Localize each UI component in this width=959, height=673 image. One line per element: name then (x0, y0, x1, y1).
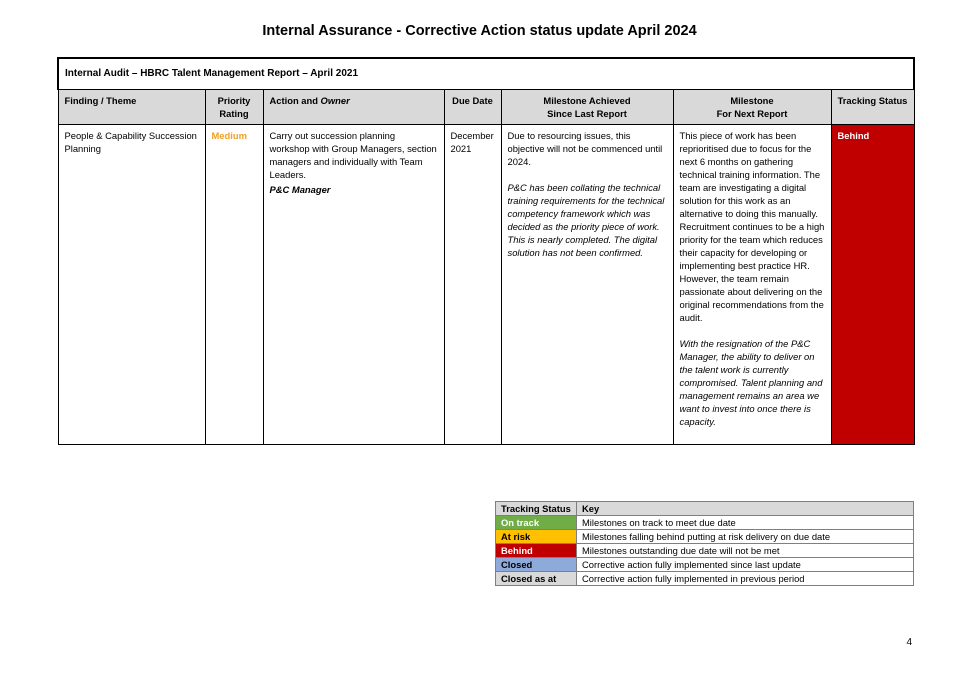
col-header-milestone-next-line2: For Next Report (716, 107, 788, 119)
col-header-action-prefix: Action and (269, 94, 321, 106)
col-header-action-owner: Owner (320, 94, 350, 106)
document-title: Internal Assurance - Corrective Action s… (262, 23, 697, 39)
col-header-milestone-achieved-line1: Milestone Achieved (543, 94, 631, 106)
key-row: Closed Corrective action fully implemente… (495, 557, 914, 572)
key-row: Behind Milestones outstanding due date wi… (495, 543, 914, 558)
key-description: Corrective action fully implemented sinc… (576, 557, 914, 572)
cell-milestone-next: This piece of work has been reprioritise… (672, 123, 832, 445)
key-status-label: At risk (495, 529, 577, 544)
column-header-row: Finding / Theme Priority Rating Action a… (57, 88, 915, 125)
key-description: Milestones falling behind putting at ris… (576, 529, 914, 544)
report-heading: Internal Audit – HBRC Talent Management … (57, 57, 915, 90)
col-header-priority-line1: Priority (217, 94, 251, 106)
cell-priority: Medium (204, 123, 264, 445)
milestone-achieved-text: Due to resourcing issues, this objective… (507, 129, 663, 167)
col-header-action: Action and Owner (262, 88, 445, 125)
priority-rating: Medium (211, 129, 247, 141)
tracking-status-key-table: Tracking Status Key On track Milestones o… (495, 501, 914, 586)
col-header-milestone-next: Milestone For Next Report (672, 88, 832, 125)
page-number: 4 (906, 637, 912, 648)
col-header-milestone-achieved: Milestone Achieved Since Last Report (500, 88, 674, 125)
key-description: Milestones outstanding due date will not… (576, 543, 914, 558)
action-text: Carry out succession planning workshop w… (269, 129, 437, 180)
cell-finding: People & Capability Succession Planning (57, 123, 206, 445)
key-row: Closed as at Corrective action fully impl… (495, 571, 914, 586)
col-header-milestone-next-line1: Milestone (730, 94, 774, 106)
key-status-label: Closed as at (495, 571, 577, 586)
key-status-label: Closed (495, 557, 577, 572)
tracking-status-badge: Behind (837, 129, 870, 141)
cell-due-date: December 2021 (443, 123, 502, 445)
col-header-milestone-achieved-line2: Since Last Report (547, 107, 627, 119)
table-row: People & Capability Succession Planning … (57, 123, 915, 445)
cell-milestone-achieved: Due to resourcing issues, this objective… (500, 123, 674, 445)
key-header-status: Tracking Status (495, 501, 577, 516)
col-header-priority-line2: Rating (219, 107, 249, 119)
col-header-due-date: Due Date (443, 88, 502, 125)
action-owner: P&C Manager (269, 183, 331, 195)
key-row: At risk Milestones falling behind putting… (495, 529, 914, 544)
key-header-row: Tracking Status Key (495, 501, 914, 516)
cell-action: Carry out succession planning workshop w… (262, 123, 445, 445)
report-header-row: Internal Audit – HBRC Talent Management … (57, 57, 915, 90)
milestone-next-text: This piece of work has been reprioritise… (679, 129, 825, 323)
cell-tracking-status: Behind (830, 123, 915, 445)
milestone-next-italic-text: With the resignation of the P&C Manager,… (679, 337, 823, 427)
key-status-label: On track (495, 515, 577, 530)
key-description: Milestones on track to meet due date (576, 515, 914, 530)
key-status-label: Behind (495, 543, 577, 558)
milestone-achieved-italic-text: P&C has been collating the technical tra… (507, 181, 665, 258)
col-header-tracking-status: Tracking Status (830, 88, 915, 125)
col-header-priority: Priority Rating (204, 88, 264, 125)
key-header-key: Key (576, 501, 914, 516)
col-header-finding: Finding / Theme (57, 88, 206, 125)
corrective-action-table: Internal Audit – HBRC Talent Management … (57, 57, 915, 445)
key-description: Corrective action fully implemented in p… (576, 571, 914, 586)
key-row: On track Milestones on track to meet due … (495, 515, 914, 530)
